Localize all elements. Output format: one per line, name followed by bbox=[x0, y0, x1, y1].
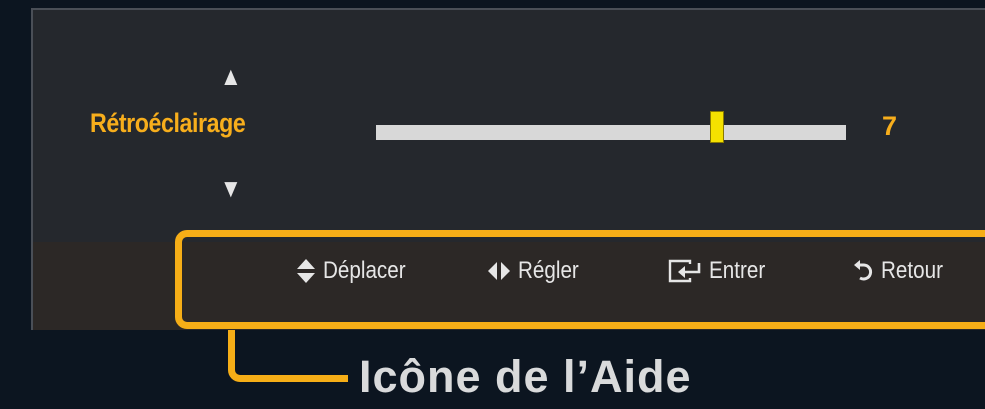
help-bar-highlight bbox=[175, 230, 985, 329]
setting-label: Rétroéclairage bbox=[90, 108, 246, 138]
setting-value: 7 bbox=[882, 111, 898, 141]
slider-thumb[interactable] bbox=[709, 111, 724, 143]
callout-connector bbox=[228, 330, 348, 382]
up-arrow-icon[interactable]: ▲ bbox=[220, 63, 242, 89]
slider-track[interactable] bbox=[376, 125, 846, 140]
down-arrow-icon[interactable]: ▼ bbox=[220, 175, 242, 201]
annotation-caption: Icône de l’Aide bbox=[359, 351, 692, 402]
